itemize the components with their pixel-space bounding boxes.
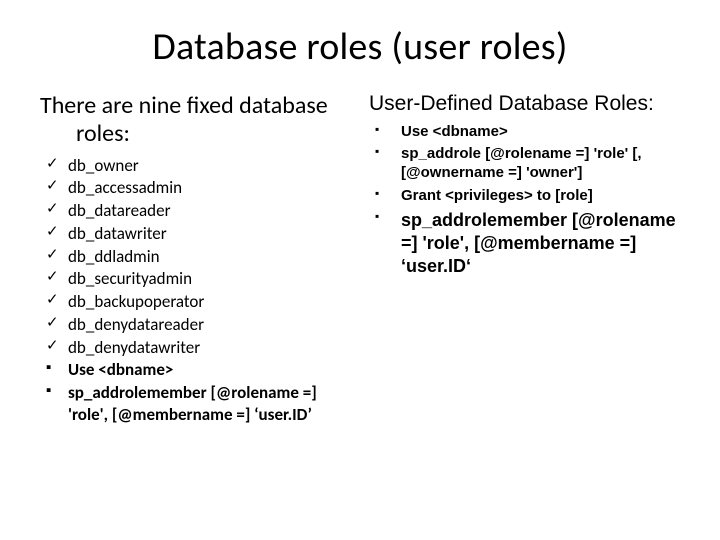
check-icon: ✓ <box>46 246 64 265</box>
slide-title: Database roles (user roles) <box>40 24 680 70</box>
list-item: ▪ sp_addrolemember [@rolename =] 'role', … <box>369 209 680 278</box>
list-item-text: db_denydatareader <box>68 314 204 335</box>
right-heading: User-Defined Database Roles: <box>369 92 680 116</box>
list-item-text: Use <dbname> <box>68 359 173 380</box>
list-item-text: db_owner <box>68 155 139 176</box>
check-icon: ✓ <box>46 314 64 333</box>
list-item-text: db_securityadmin <box>68 268 192 289</box>
list-item: ▪sp_addrolemember [@rolename =] 'role', … <box>44 382 351 426</box>
list-item: ✓db_denydatawriter <box>44 337 351 359</box>
content-columns: There are nine fixed database roles: ✓db… <box>40 92 680 427</box>
check-icon: ✓ <box>46 223 64 242</box>
list-item-text: Grant <privileges> to [role] <box>401 187 593 204</box>
list-item: ✓db_backupoperator <box>44 291 351 313</box>
right-column: User-Defined Database Roles: ▪ Use <dbnam… <box>369 92 680 427</box>
list-item: ✓db_denydatareader <box>44 314 351 336</box>
list-item: ▪ sp_addrole [@rolename =] 'role' [, [@ow… <box>369 144 680 182</box>
list-item-text: db_denydatawriter <box>68 337 200 358</box>
check-icon: ✓ <box>46 155 64 174</box>
list-item-text: db_datareader <box>68 200 171 221</box>
left-column: There are nine fixed database roles: ✓db… <box>40 92 351 427</box>
list-item-text: db_datawriter <box>68 223 167 244</box>
list-item-text: db_ddladmin <box>68 246 160 267</box>
list-item-text: sp_addrole [@rolename =] 'role' [, [@own… <box>401 145 642 181</box>
check-icon: ✓ <box>46 268 64 287</box>
list-item: ✓db_securityadmin <box>44 268 351 290</box>
left-heading-line2: roles: <box>40 120 351 148</box>
square-bullet-icon: ▪ <box>375 144 393 159</box>
left-heading-line1: There are nine fixed database <box>40 91 328 120</box>
list-item-text: db_accessadmin <box>68 177 182 198</box>
check-icon: ✓ <box>46 291 64 310</box>
square-bullet-icon: ▪ <box>46 382 64 401</box>
list-item: ✓db_accessadmin <box>44 177 351 199</box>
square-bullet-icon: ▪ <box>375 209 393 224</box>
square-bullet-icon: ▪ <box>375 122 393 137</box>
left-heading: There are nine fixed database roles: <box>40 92 351 149</box>
list-item-text: Use <dbname> <box>401 123 508 140</box>
check-icon: ✓ <box>46 200 64 219</box>
list-item: ✓db_ddladmin <box>44 246 351 268</box>
list-item: ▪ Use <dbname> <box>369 122 680 141</box>
list-item: ✓db_datareader <box>44 200 351 222</box>
slide: Database roles (user roles) There are ni… <box>0 0 720 540</box>
check-icon: ✓ <box>46 177 64 196</box>
list-item: ▪ Grant <privileges> to [role] <box>369 186 680 205</box>
list-item-text: sp_addrolemember [@rolename =] 'role', [… <box>401 210 676 276</box>
list-item: ✓db_owner <box>44 155 351 177</box>
list-item-text: db_backupoperator <box>68 291 204 312</box>
check-icon: ✓ <box>46 337 64 356</box>
square-bullet-icon: ▪ <box>46 359 64 378</box>
list-item-text: sp_addrolemember [@rolename =] 'role', [… <box>68 382 317 425</box>
square-bullet-icon: ▪ <box>375 186 393 201</box>
list-item: ✓db_datawriter <box>44 223 351 245</box>
right-list: ▪ Use <dbname> ▪ sp_addrole [@rolename =] '… <box>369 122 680 278</box>
left-list: ✓db_owner✓db_accessadmin✓db_datareader✓d… <box>44 155 351 426</box>
list-item: ▪Use <dbname> <box>44 359 351 381</box>
